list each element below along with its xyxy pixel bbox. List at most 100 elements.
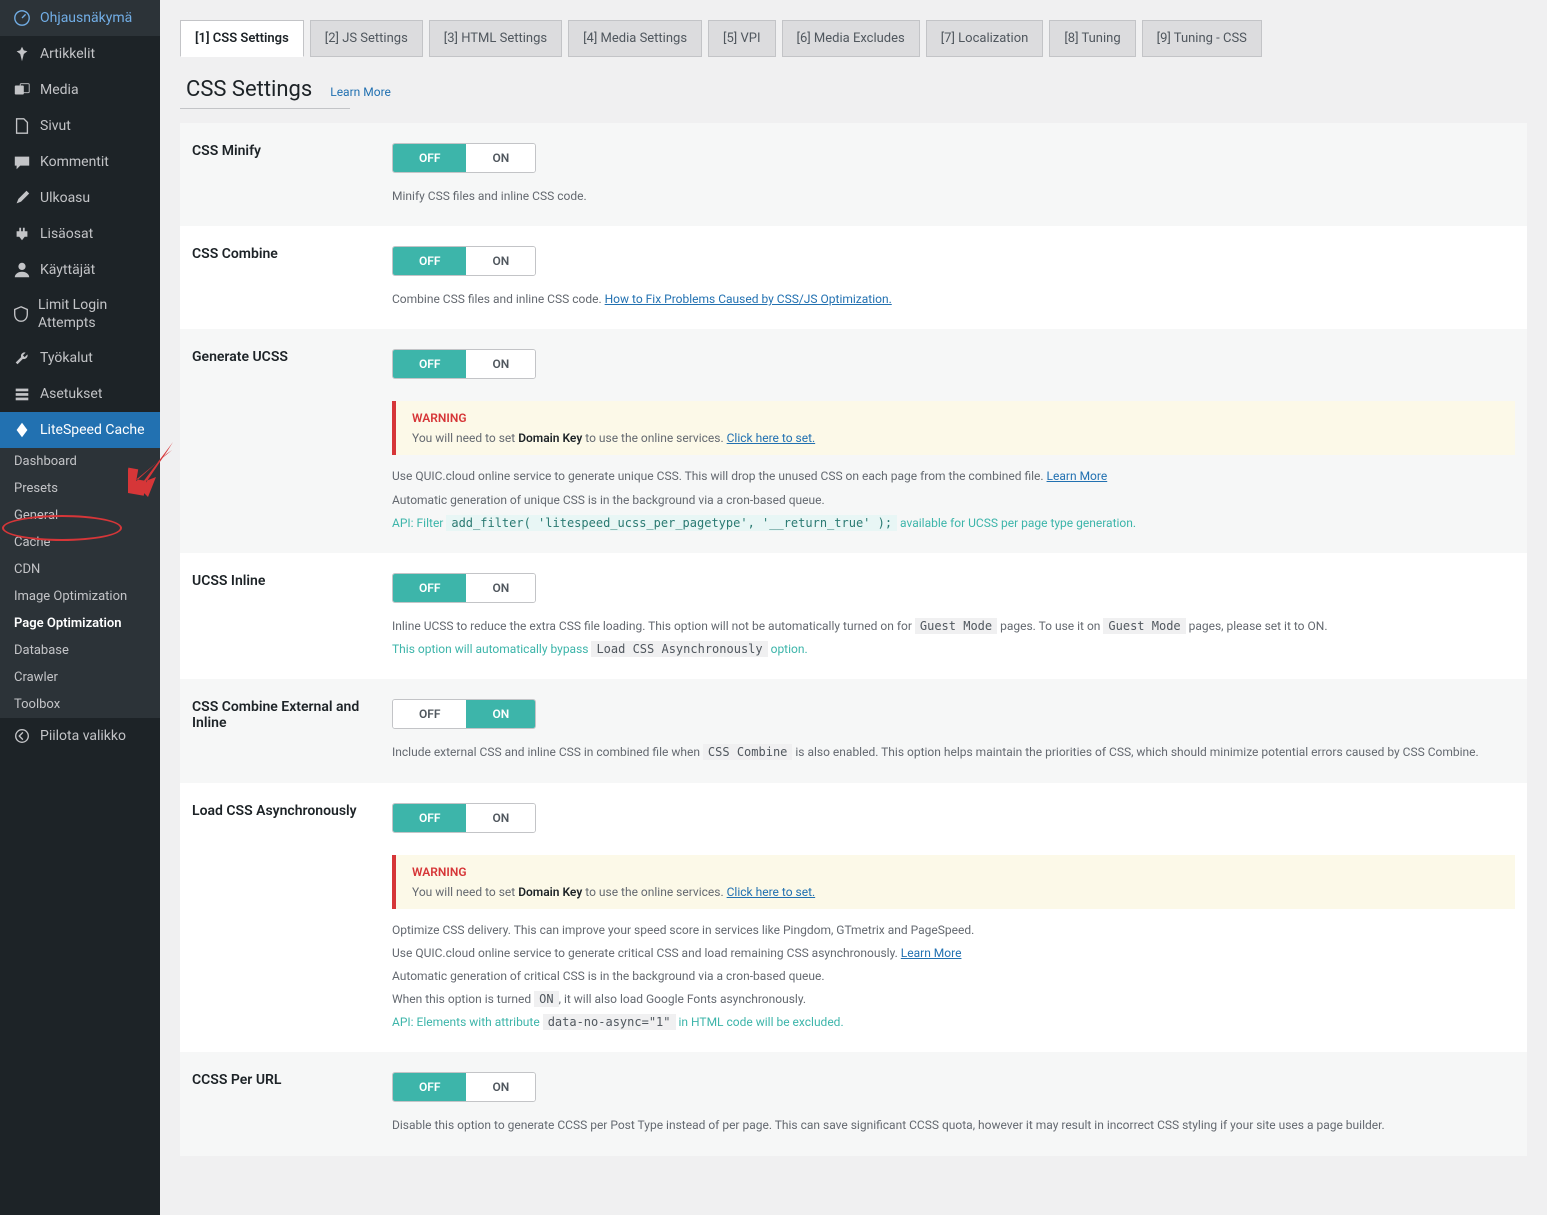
- litespeed-icon: [12, 420, 32, 440]
- main-content: [1] CSS Settings [2] JS Settings [3] HTM…: [160, 0, 1547, 1215]
- row-content: OFF ON Minify CSS files and inline CSS c…: [392, 143, 1515, 206]
- toggle-ucss-inline[interactable]: OFF ON: [392, 573, 536, 603]
- submenu-presets[interactable]: Presets: [0, 475, 160, 502]
- toggle-off[interactable]: OFF: [393, 804, 466, 832]
- sidebar-item-label: Lisäosat: [40, 225, 93, 243]
- plugin-icon: [12, 224, 32, 244]
- toggle-css-combine[interactable]: OFF ON: [392, 246, 536, 276]
- tab-localization[interactable]: [7] Localization: [926, 20, 1044, 57]
- toggle-off[interactable]: OFF: [393, 1073, 466, 1101]
- sidebar-item-pages[interactable]: Sivut: [0, 108, 160, 144]
- toggle-on[interactable]: ON: [466, 574, 535, 602]
- toggle-on[interactable]: ON: [466, 700, 535, 728]
- toggle-ccss-per-url[interactable]: OFF ON: [392, 1072, 536, 1102]
- sidebar-item-dashboard[interactable]: Ohjausnäkymä: [0, 0, 160, 36]
- api-filter: Filter: [417, 516, 447, 530]
- row-content: OFF ON Include external CSS and inline C…: [392, 699, 1515, 762]
- learn-more-link[interactable]: Learn More: [901, 946, 962, 960]
- toggle-off[interactable]: OFF: [393, 574, 466, 602]
- sidebar-item-litespeed[interactable]: LiteSpeed Cache: [0, 412, 160, 448]
- desc: Use QUIC.cloud online service to generat…: [392, 944, 1515, 963]
- warning-pre: You will need to set: [412, 431, 518, 445]
- warning-text: You will need to set Domain Key to use t…: [412, 885, 1499, 899]
- api-suf: in HTML code will be excluded.: [676, 1015, 844, 1029]
- litespeed-submenu: Dashboard Presets General Cache CDN Imag…: [0, 448, 160, 718]
- desc: Use QUIC.cloud online service to generat…: [392, 467, 1515, 486]
- submenu-dashboard[interactable]: Dashboard: [0, 448, 160, 475]
- tab-tuning-css[interactable]: [9] Tuning - CSS: [1142, 20, 1262, 57]
- warning-bold: Domain Key: [518, 885, 582, 899]
- collapse-label: Piilota valikko: [40, 727, 126, 745]
- sidebar-item-posts[interactable]: Artikkelit: [0, 36, 160, 72]
- submenu-toolbox[interactable]: Toolbox: [0, 691, 160, 718]
- toggle-css-combine-ext[interactable]: OFF ON: [392, 699, 536, 729]
- set-domain-key-link[interactable]: Click here to set.: [727, 431, 816, 445]
- submenu-cache[interactable]: Cache: [0, 529, 160, 556]
- desc-suf: pages, please set it to ON.: [1186, 619, 1328, 633]
- sidebar-item-plugins[interactable]: Lisäosat: [0, 216, 160, 252]
- api-suffix: available for UCSS per page type generat…: [897, 516, 1136, 530]
- code-on: ON: [534, 991, 558, 1007]
- tab-tuning[interactable]: [8] Tuning: [1049, 20, 1135, 57]
- bypass-pre: This option will automatically bypass: [392, 642, 591, 656]
- sidebar-item-label: Sivut: [40, 117, 71, 135]
- submenu-cdn[interactable]: CDN: [0, 556, 160, 583]
- toggle-on[interactable]: ON: [466, 350, 535, 378]
- sidebar-item-limit-login[interactable]: Limit Login Attempts: [0, 288, 160, 340]
- sidebar-collapse[interactable]: Piilota valikko: [0, 718, 160, 754]
- section-underline: [180, 108, 350, 109]
- submenu-database[interactable]: Database: [0, 637, 160, 664]
- desc: Disable this option to generate CCSS per…: [392, 1116, 1515, 1135]
- sidebar-item-users[interactable]: Käyttäjät: [0, 252, 160, 288]
- toggle-off[interactable]: OFF: [393, 247, 466, 275]
- sidebar-item-media[interactable]: Media: [0, 72, 160, 108]
- tab-html-settings[interactable]: [3] HTML Settings: [429, 20, 562, 57]
- toggle-on[interactable]: ON: [466, 247, 535, 275]
- desc: Include external CSS and inline CSS in c…: [392, 743, 1515, 762]
- admin-sidebar: Ohjausnäkymä Artikkelit Media Sivut Komm…: [0, 0, 160, 1215]
- fix-problems-link[interactable]: How to Fix Problems Caused by CSS/JS Opt…: [605, 292, 892, 306]
- sidebar-item-label: Ohjausnäkymä: [40, 9, 132, 27]
- sidebar-item-label: LiteSpeed Cache: [40, 421, 145, 439]
- toggle-on[interactable]: ON: [466, 144, 535, 172]
- submenu-page-opt[interactable]: Page Optimization: [0, 610, 160, 637]
- submenu-crawler[interactable]: Crawler: [0, 664, 160, 691]
- toggle-off[interactable]: OFF: [393, 700, 466, 728]
- row-ucss-inline: UCSS Inline OFF ON Inline UCSS to reduce…: [180, 553, 1527, 679]
- toggle-on[interactable]: ON: [466, 1073, 535, 1101]
- sidebar-item-tools[interactable]: Työkalut: [0, 340, 160, 376]
- tab-js-settings[interactable]: [2] JS Settings: [310, 20, 423, 57]
- tab-vpi[interactable]: [5] VPI: [708, 20, 775, 57]
- submenu-general[interactable]: General: [0, 502, 160, 529]
- warning-pre: You will need to set: [412, 885, 518, 899]
- tab-media-settings[interactable]: [4] Media Settings: [568, 20, 702, 57]
- toggle-load-async[interactable]: OFF ON: [392, 803, 536, 833]
- row-content: OFF ON WARNING You will need to set Doma…: [392, 803, 1515, 1033]
- tab-media-excludes[interactable]: [6] Media Excludes: [782, 20, 920, 57]
- toggle-off[interactable]: OFF: [393, 350, 466, 378]
- learn-more-link[interactable]: Learn More: [330, 85, 391, 99]
- row-label: CSS Combine External and Inline: [192, 699, 392, 762]
- desc: Inline UCSS to reduce the extra CSS file…: [392, 617, 1515, 636]
- toggle-off[interactable]: OFF: [393, 144, 466, 172]
- bypass-suf: option.: [768, 642, 808, 656]
- desc: Minify CSS files and inline CSS code.: [392, 187, 1515, 206]
- brush-icon: [12, 188, 32, 208]
- api-label: API:: [392, 516, 417, 530]
- shield-icon: [12, 304, 30, 324]
- sidebar-item-label: Artikkelit: [40, 45, 95, 63]
- toggle-generate-ucss[interactable]: OFF ON: [392, 349, 536, 379]
- row-content: OFF ON Combine CSS files and inline CSS …: [392, 246, 1515, 309]
- toggle-on[interactable]: ON: [466, 804, 535, 832]
- sidebar-item-label: Media: [40, 81, 79, 99]
- toggle-css-minify[interactable]: OFF ON: [392, 143, 536, 173]
- settings-tabs: [1] CSS Settings [2] JS Settings [3] HTM…: [180, 20, 1527, 57]
- set-domain-key-link[interactable]: Click here to set.: [727, 885, 816, 899]
- row-ccss-per-url: CCSS Per URL OFF ON Disable this option …: [180, 1052, 1527, 1155]
- tab-css-settings[interactable]: [1] CSS Settings: [180, 20, 304, 57]
- learn-more-link[interactable]: Learn More: [1047, 469, 1108, 483]
- sidebar-item-appearance[interactable]: Ulkoasu: [0, 180, 160, 216]
- submenu-image-opt[interactable]: Image Optimization: [0, 583, 160, 610]
- sidebar-item-settings[interactable]: Asetukset: [0, 376, 160, 412]
- sidebar-item-comments[interactable]: Kommentit: [0, 144, 160, 180]
